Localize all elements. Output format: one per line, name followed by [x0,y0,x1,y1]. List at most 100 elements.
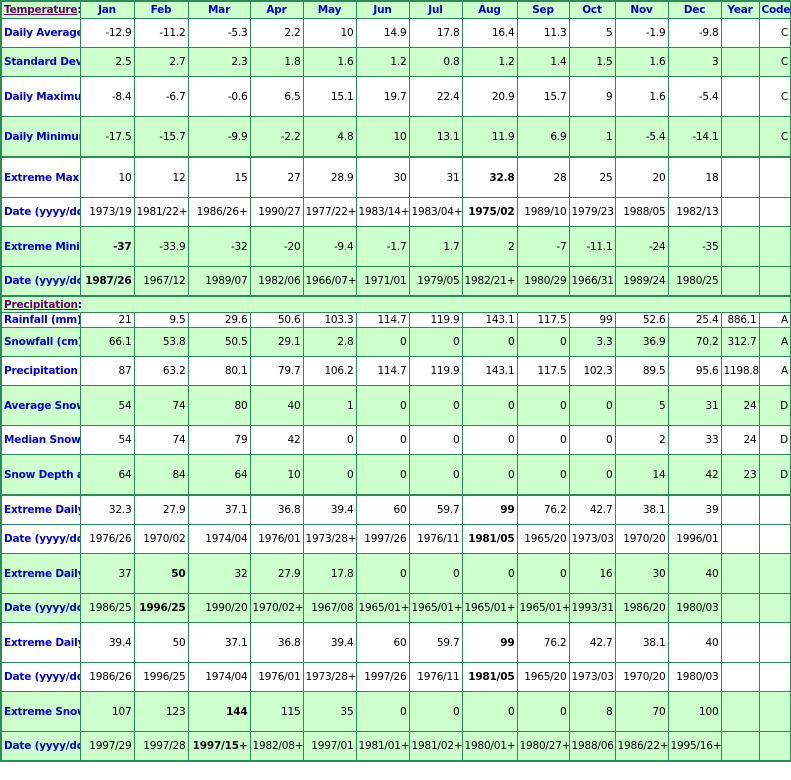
row-label: Average Snow Depth (cm) [0,385,81,426]
value-cell-apr: 1990/27 [249,197,304,227]
value-cell-mar: 80.1 [187,356,251,386]
month-header: May [302,0,357,19]
value-cell-apr: 10 [249,454,304,496]
value-cell-jul: 0 [408,691,463,732]
row-label: Extreme Daily Precipitation (mm) [0,622,81,663]
value-cell-nov: 89.5 [614,356,669,386]
code-cell [758,553,791,594]
value-cell-feb: 50 [133,553,189,594]
value-cell-nov: -1.9 [614,18,669,48]
value-cell-nov: -24 [614,226,669,267]
row-label: Date (yyyy/dd) [0,266,81,297]
value-cell-sep: 1965/01+ [516,593,570,623]
value-cell-jul: 119.9 [408,312,463,328]
value-cell-apr: 1976/01 [249,524,304,554]
value-cell-dec: 25.4 [667,312,722,328]
value-cell-jan: 1997/29 [79,731,135,762]
code-cell [758,156,791,198]
table-row: Extreme Minimum (°C)-37-33.9-32-20-9.4-1… [0,226,791,267]
value-cell-jan: 64 [79,454,135,496]
table-row: Date (yyyy/dd)1976/261970/021974/041976/… [0,524,791,554]
table-row: Rainfall (mm) 21 9.5 29.6 50.6 103.3 114.7 119.… [0,312,791,328]
value-cell-sep: 76.2 [516,494,570,525]
value-cell-nov: 1986/20 [614,593,669,623]
code-cell [758,524,791,554]
value-cell-aug: 2 [461,226,518,267]
value-cell-jan: 10 [79,156,135,198]
value-cell-mar: 29.6 [187,312,251,328]
year-cell [720,662,760,692]
month-header: Dec [667,0,722,19]
code-cell: A [758,356,791,386]
value-cell-sep: 15.7 [516,76,570,117]
value-cell-dec: 1980/03 [667,593,722,623]
value-cell-apr: 42 [249,425,304,455]
value-cell-sep: 0 [516,425,570,455]
value-cell-mar: 32 [187,553,251,594]
value-cell-oct: 9 [568,76,616,117]
value-cell-aug: 1981/05 [461,662,518,692]
year-cell [720,553,760,594]
value-cell-oct: 1973/03 [568,662,616,692]
table-row: Precipitation (mm)8763.280.179.7106.2114… [0,356,791,386]
table-row: Daily Average (°C)-12.9-11.2-5.32.21014.… [0,18,791,48]
value-cell-dec: 42 [667,454,722,496]
value-cell-mar: -0.6 [187,76,251,117]
value-cell-jul: 59.7 [408,622,463,663]
value-cell-may: 10 [302,18,357,48]
value-cell-mar: 50.5 [187,327,251,357]
table-row: Daily Maximum (°C)-8.4-6.7-0.66.515.119.… [0,76,791,117]
value-cell-apr: 1976/01 [249,662,304,692]
value-cell-jun: 60 [355,494,410,525]
code-cell [758,691,791,732]
precipitation-link[interactable]: Precipitation [4,299,78,311]
value-cell-nov: 1.6 [614,47,669,77]
value-cell-mar: 15 [187,156,251,198]
value-cell-dec: 95.6 [667,356,722,386]
year-cell [720,76,760,117]
value-cell-nov: 1970/20 [614,662,669,692]
month-header: Nov [614,0,669,19]
value-cell-mar: 1990/20 [187,593,251,623]
value-cell-apr: 36.8 [249,622,304,663]
row-label: Extreme Minimum (°C) [0,226,81,267]
value-cell-mar: 1986/26+ [187,197,251,227]
value-cell-dec: 100 [667,691,722,732]
value-cell-jan: 107 [79,691,135,732]
code-cell [758,622,791,663]
code-cell: C [758,116,791,158]
value-cell-oct: 3.3 [568,327,616,357]
value-cell-oct: 0 [568,454,616,496]
value-cell-feb: 1996/25 [133,593,189,623]
table-row: Date (yyyy/dd)1973/191981/22+1986/26+199… [0,197,791,227]
value-cell-jun: 1965/01+ [355,593,410,623]
value-cell-nov: 1988/05 [614,197,669,227]
table-row: Extreme Daily Snowfall (cm)37503227.917.… [0,553,791,594]
value-cell-jun: 1.2 [355,47,410,77]
value-cell-sep: 0 [516,691,570,732]
value-cell-sep: 0 [516,454,570,496]
year-cell: 24 [720,385,760,426]
value-cell-apr: 27 [249,156,304,198]
table-row: Standard Deviation2.52.72.31.81.61.20.81… [0,47,791,77]
value-cell-mar: 1974/04 [187,662,251,692]
value-cell-jul: 22.4 [408,76,463,117]
value-cell-jan: 66.1 [79,327,135,357]
year-header: Year [720,0,760,19]
value-cell-mar: 37.1 [187,494,251,525]
table-row: Date (yyyy/dd)1987/261967/121989/071982/… [0,266,791,297]
value-cell-nov: 1989/24 [614,266,669,297]
value-cell-jan: 1986/26 [79,662,135,692]
code-cell: D [758,385,791,426]
value-cell-sep: 1.4 [516,47,570,77]
row-label: Daily Minimum (°C) [0,116,81,158]
value-cell-mar: 80 [187,385,251,426]
value-cell-aug: 143.1 [461,312,518,328]
value-cell-aug: 1982/21+ [461,266,518,297]
temperature-link[interactable]: Temperature [4,4,78,16]
value-cell-oct: 102.3 [568,356,616,386]
row-label: Date (yyyy/dd) [0,731,81,762]
table-row: Extreme Daily Rainfall (mm)32.327.937.13… [0,494,791,525]
value-cell-aug: 99 [461,494,518,525]
year-cell [720,731,760,762]
